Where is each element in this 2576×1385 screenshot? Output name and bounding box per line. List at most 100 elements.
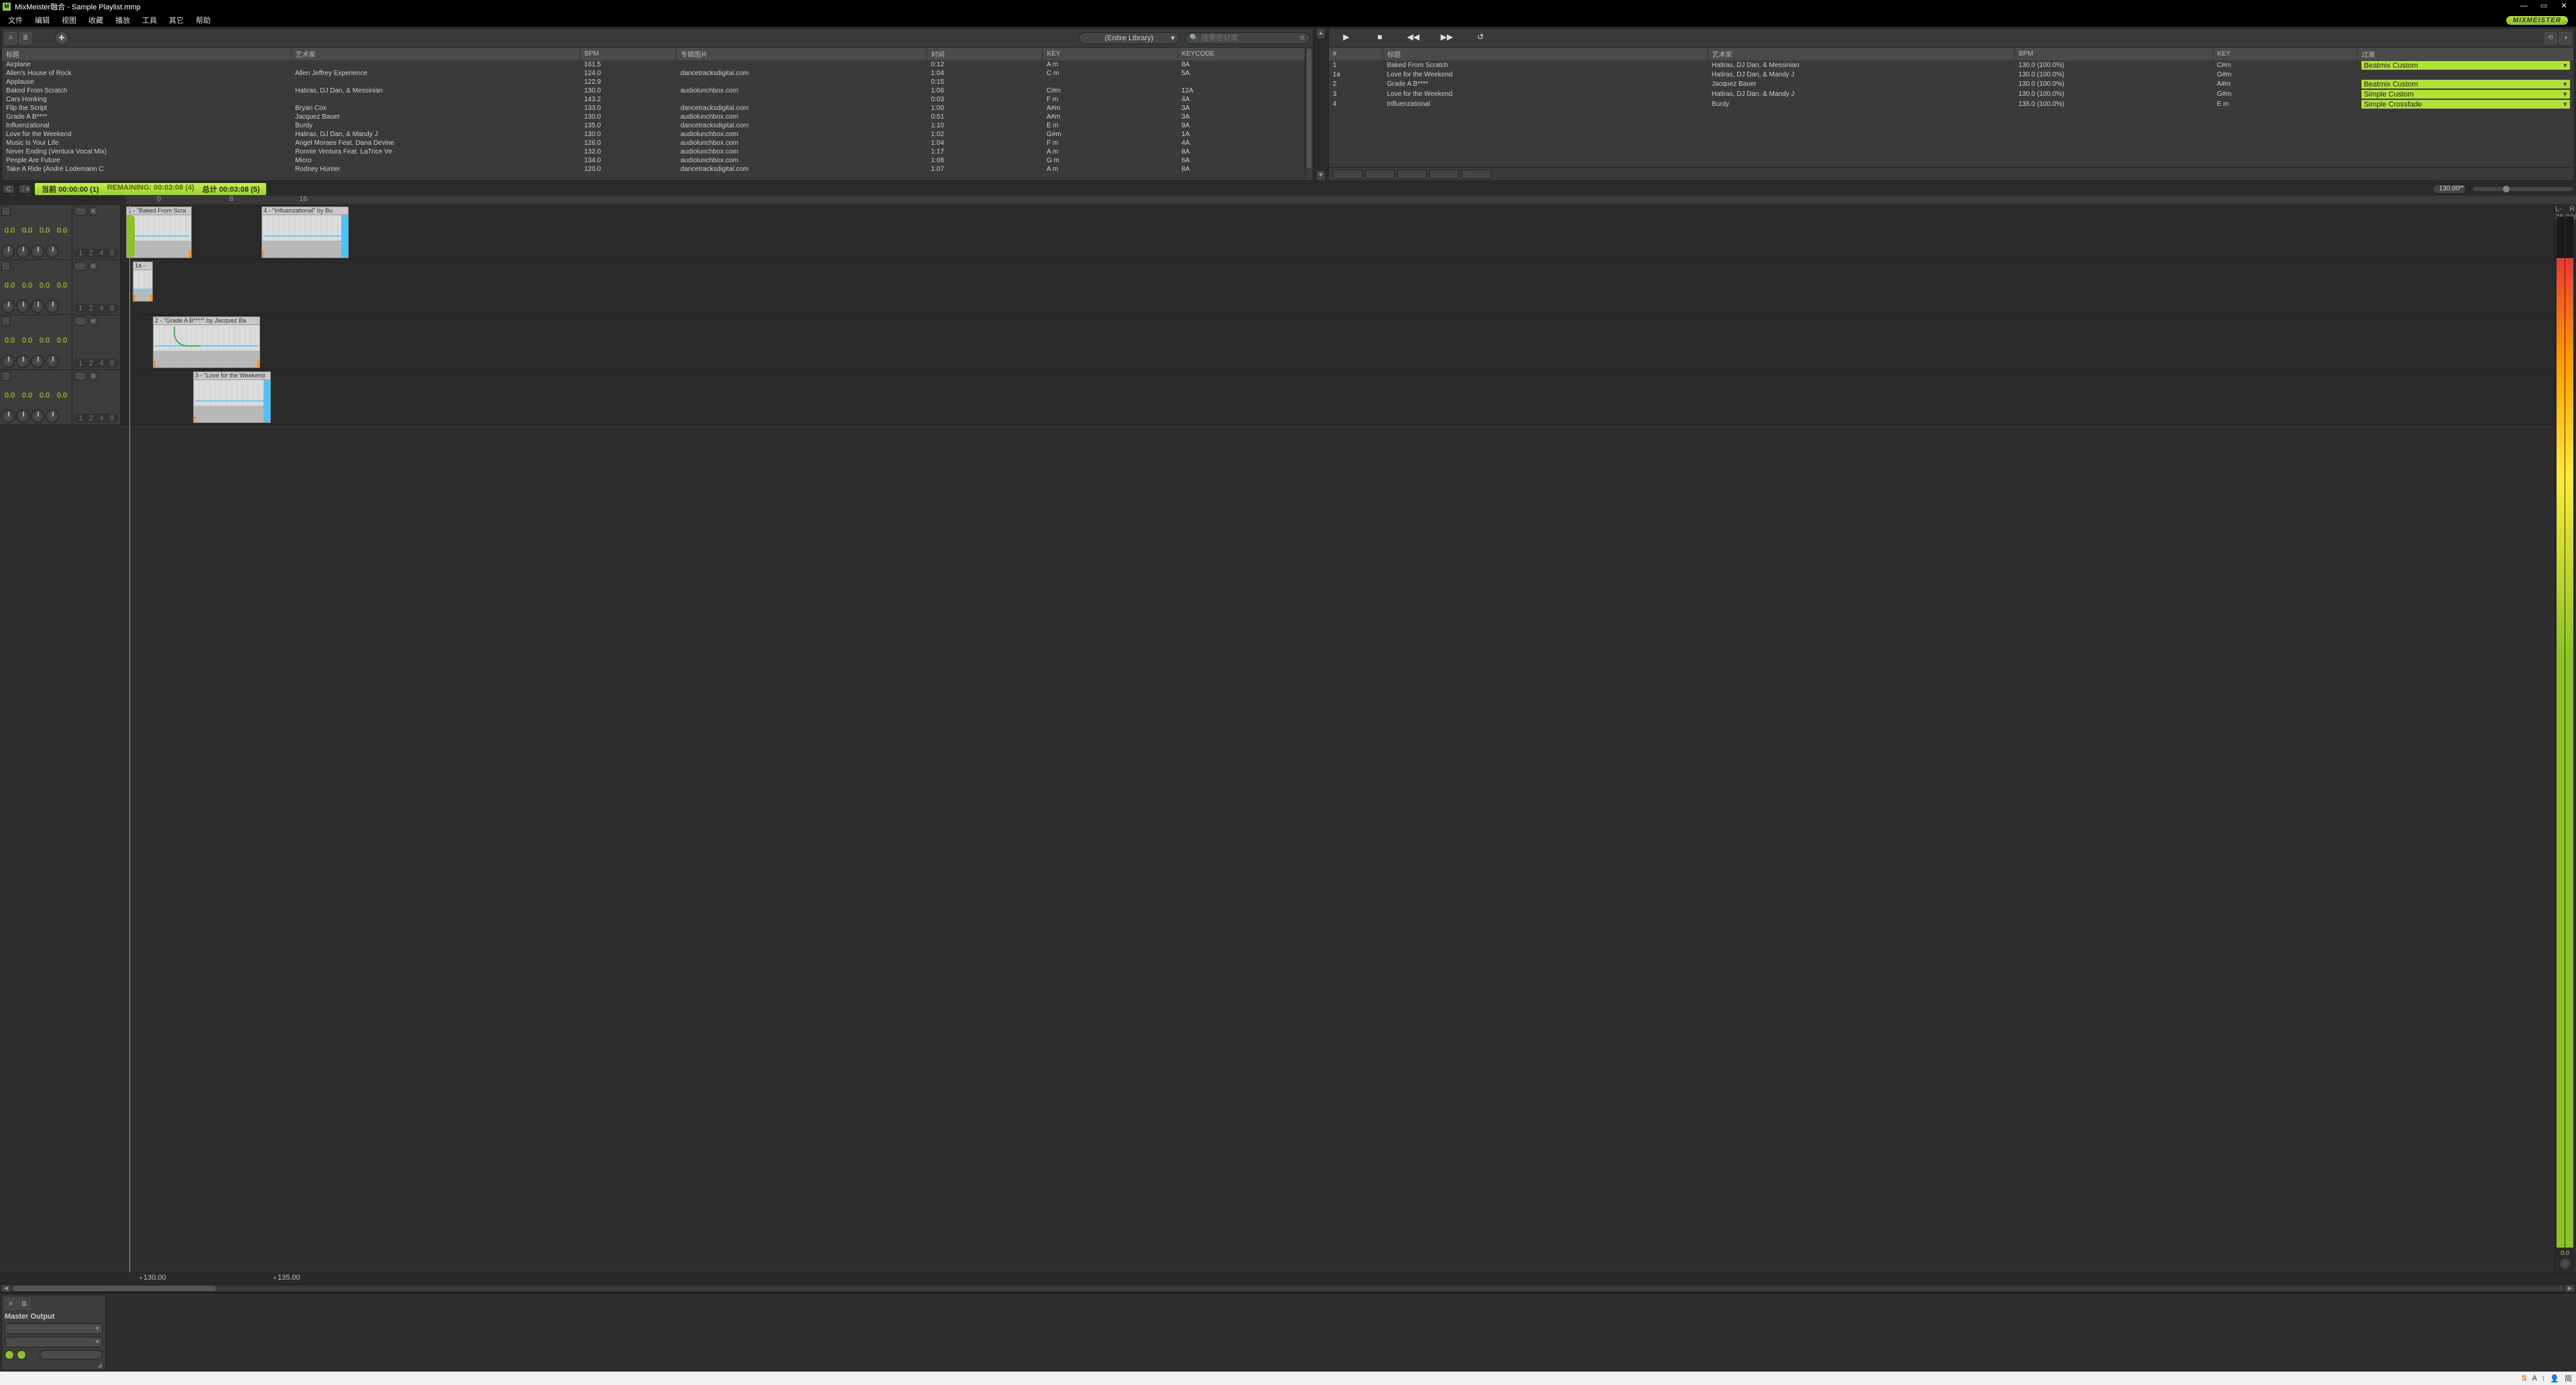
beat-divider[interactable]: 1248: [74, 249, 119, 258]
track-lane[interactable]: 1a -: [121, 260, 2576, 314]
beat-divider[interactable]: 1248: [74, 304, 119, 313]
transition-dropdown[interactable]: Beatmix Custom: [2361, 61, 2570, 70]
audio-clip[interactable]: 2 - "Grade A B****" by Jacquez Ba: [153, 316, 260, 368]
library-row[interactable]: Allen's House of RockAllen Jeffrey Exper…: [2, 69, 1312, 78]
track-lane[interactable]: 2 - "Grade A B****" by Jacquez Ba: [121, 315, 2576, 369]
eq-knob-low[interactable]: [1, 300, 15, 313]
track-solo-button[interactable]: [1, 316, 11, 326]
search-input[interactable]: [1202, 34, 1297, 42]
list-view-icon[interactable]: ≡: [5, 32, 17, 44]
track-lane[interactable]: 3 - "Love for the Weekend: [121, 370, 2576, 424]
clip-handle-left[interactable]: [193, 416, 196, 422]
eq-knob-high[interactable]: [31, 245, 44, 258]
panel-splitter[interactable]: ▴ ▾: [1316, 28, 1326, 181]
clip-handle-right[interactable]: [189, 251, 192, 257]
eq-knob-gain[interactable]: [46, 355, 59, 368]
scroll-left-icon[interactable]: ◀: [1, 1285, 11, 1292]
master-level-slider[interactable]: [40, 1350, 103, 1360]
library-row[interactable]: Cars Honking143.20:03F m4A: [2, 95, 1312, 104]
eq-knob-gain[interactable]: [46, 245, 59, 258]
aux-close-icon[interactable]: ✕: [89, 371, 98, 381]
playlist-row[interactable]: 2Grade A B****Jacquez Bauer130.0 (100.0%…: [1329, 79, 2574, 89]
library-row[interactable]: Never Ending (Ventura Vocal Mix)Ronnie V…: [2, 147, 1312, 156]
master-view1-icon[interactable]: ≡: [5, 1298, 17, 1310]
timeline-scrollbar[interactable]: ◀ ▶: [0, 1283, 2576, 1292]
transition-dropdown[interactable]: Beatmix Custom: [2361, 80, 2570, 88]
master-fx-dropdown-2[interactable]: [5, 1337, 103, 1347]
col-artist[interactable]: 艺术家: [291, 48, 580, 60]
timeline-ruler[interactable]: 0 8 16: [126, 196, 2576, 205]
clip-handle-left[interactable]: [153, 361, 156, 367]
maximize-button[interactable]: ▭: [2534, 1, 2553, 12]
clip-handle-right[interactable]: [257, 361, 260, 367]
menu-other[interactable]: 其它: [164, 13, 189, 27]
eq-knob-mid[interactable]: [16, 245, 30, 258]
tempo-marker[interactable]: 130.00: [139, 1274, 166, 1282]
master-enable-1[interactable]: [5, 1350, 14, 1360]
tray-person-icon[interactable]: 👤: [2550, 1374, 2559, 1383]
playlist-row[interactable]: 3Love for the WeekendHatiras, DJ Dan, & …: [1329, 89, 2574, 99]
grid-view-icon[interactable]: ≣: [19, 32, 32, 44]
tray-a-icon[interactable]: A: [2532, 1374, 2536, 1382]
library-row[interactable]: Music Is Your LifeAngel Moraes Feat. Dan…: [2, 139, 1312, 147]
pcol-artist[interactable]: 艺术家: [1708, 48, 2014, 60]
add-button[interactable]: +: [54, 31, 69, 46]
aux-close-icon[interactable]: ✕: [89, 261, 98, 271]
meter-gain-knob[interactable]: [2559, 1258, 2571, 1270]
loop-button[interactable]: ↺: [1470, 32, 1491, 44]
clip-handle-left[interactable]: [261, 251, 264, 257]
stop-button[interactable]: ■: [1369, 32, 1391, 44]
library-row[interactable]: InfluenzationalBurdy135.0dancetracksdigi…: [2, 121, 1312, 130]
close-button[interactable]: ✕: [2555, 1, 2573, 12]
library-row[interactable]: Flip the ScriptBryan Cox133.0dancetracks…: [2, 104, 1312, 113]
menu-tools[interactable]: 工具: [137, 13, 162, 27]
splitter-up-icon[interactable]: ▴: [1317, 29, 1325, 38]
track-lane[interactable]: 1 - "Baked From Scra 4 - "Influenzationa…: [121, 205, 2576, 259]
tempo-marker[interactable]: 135.00: [274, 1274, 300, 1282]
prev-button[interactable]: ◀◀: [1403, 32, 1424, 44]
eq-knob-low[interactable]: [1, 355, 15, 368]
eq-knob-mid[interactable]: [16, 410, 30, 423]
mini-btn-4[interactable]: [1429, 170, 1459, 179]
mini-btn-3[interactable]: [1397, 170, 1427, 179]
library-scrollbar[interactable]: [1305, 48, 1313, 180]
eq-knob-gain[interactable]: [46, 300, 59, 313]
splitter-down-icon[interactable]: ▾: [1317, 171, 1325, 180]
beat-divider[interactable]: 1248: [74, 359, 119, 368]
playhead[interactable]: [129, 205, 130, 1272]
library-row[interactable]: Applause122.90:15: [2, 78, 1312, 86]
master-enable-2[interactable]: [17, 1350, 26, 1360]
aux-toggle[interactable]: [74, 316, 87, 326]
audio-clip[interactable]: 3 - "Love for the Weekend: [193, 371, 271, 423]
library-row[interactable]: People Are FutureMicro134.0audiolunchbox…: [2, 156, 1312, 165]
bpm-field[interactable]: 130.00: [2433, 184, 2466, 194]
col-time[interactable]: 时间: [927, 48, 1043, 60]
library-row[interactable]: Airplane161.50:12A m8A: [2, 60, 1312, 69]
library-filter-dropdown[interactable]: (Entire Library): [1079, 32, 1179, 44]
menu-file[interactable]: 文件: [3, 13, 28, 27]
playlist-opt2-icon[interactable]: ◑: [2559, 32, 2571, 44]
mini-btn-5[interactable]: [1462, 170, 1491, 179]
eq-knob-low[interactable]: [1, 410, 15, 423]
col-bpm[interactable]: BPM: [580, 48, 677, 60]
tray-lang[interactable]: 简: [2565, 1373, 2572, 1384]
col-keycode[interactable]: KEYCODE: [1177, 48, 1312, 60]
pcol-num[interactable]: #: [1329, 48, 1383, 60]
mini-btn-2[interactable]: [1365, 170, 1395, 179]
col-title[interactable]: 标题: [2, 48, 291, 60]
eq-knob-mid[interactable]: [16, 355, 30, 368]
pcol-bpm[interactable]: BPM: [2014, 48, 2213, 60]
aux-toggle[interactable]: [74, 371, 87, 381]
library-row[interactable]: Baked From ScratchHatiras, DJ Dan, & Mes…: [2, 86, 1312, 95]
aux-close-icon[interactable]: ✕: [89, 316, 98, 326]
library-row[interactable]: Love for the WeekendHatiras, DJ Dan, & M…: [2, 130, 1312, 139]
col-album[interactable]: 专辑图片: [677, 48, 927, 60]
audio-clip[interactable]: 1a -: [133, 261, 153, 302]
playlist-opt1-icon[interactable]: ⟲: [2544, 32, 2557, 44]
timeline-clear-icon[interactable]: C: [3, 184, 15, 194]
beat-divider[interactable]: 1248: [74, 414, 119, 423]
menu-play[interactable]: 播放: [110, 13, 135, 27]
mini-btn-1[interactable]: [1333, 170, 1362, 179]
master-expand-icon[interactable]: ◢: [97, 1362, 104, 1368]
clip-handle-right[interactable]: [150, 294, 153, 301]
